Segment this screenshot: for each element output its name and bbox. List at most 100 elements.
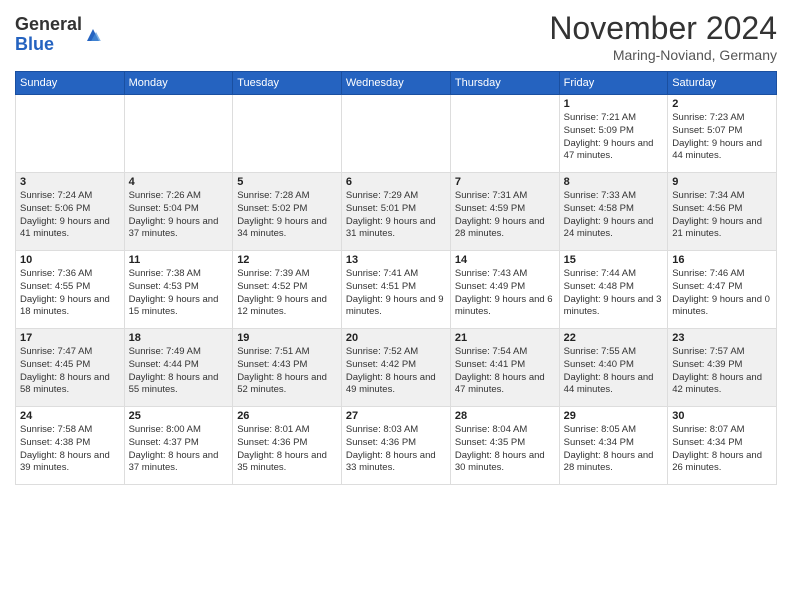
calendar-cell: 17 Sunrise: 7:47 AMSunset: 4:45 PMDayligh…: [16, 329, 125, 407]
location: Maring-Noviand, Germany: [549, 47, 777, 63]
day-number: 30: [672, 410, 772, 422]
day-info: Sunrise: 7:36 AMSunset: 4:55 PMDaylight:…: [20, 268, 120, 319]
calendar-table: Sunday Monday Tuesday Wednesday Thursday…: [15, 71, 777, 485]
day-info: Sunrise: 7:57 AMSunset: 4:39 PMDaylight:…: [672, 346, 772, 397]
day-number: 8: [564, 176, 664, 188]
day-number: 1: [564, 98, 664, 110]
calendar-cell: 11 Sunrise: 7:38 AMSunset: 4:53 PMDayligh…: [124, 251, 233, 329]
title-block: November 2024 Maring-Noviand, Germany: [549, 10, 777, 63]
calendar-header-row: Sunday Monday Tuesday Wednesday Thursday…: [16, 72, 777, 95]
day-info: Sunrise: 8:03 AMSunset: 4:36 PMDaylight:…: [346, 424, 446, 475]
header-sunday: Sunday: [16, 72, 125, 95]
day-info: Sunrise: 7:31 AMSunset: 4:59 PMDaylight:…: [455, 190, 555, 241]
calendar-cell: 16 Sunrise: 7:46 AMSunset: 4:47 PMDayligh…: [668, 251, 777, 329]
logo-icon: [84, 26, 102, 44]
day-info: Sunrise: 7:54 AMSunset: 4:41 PMDaylight:…: [455, 346, 555, 397]
day-number: 19: [237, 332, 337, 344]
day-info: Sunrise: 7:34 AMSunset: 4:56 PMDaylight:…: [672, 190, 772, 241]
day-info: Sunrise: 7:55 AMSunset: 4:40 PMDaylight:…: [564, 346, 664, 397]
day-info: Sunrise: 8:04 AMSunset: 4:35 PMDaylight:…: [455, 424, 555, 475]
calendar-cell: [450, 95, 559, 173]
calendar-cell: 3 Sunrise: 7:24 AMSunset: 5:06 PMDaylight…: [16, 173, 125, 251]
header-thursday: Thursday: [450, 72, 559, 95]
day-info: Sunrise: 8:05 AMSunset: 4:34 PMDaylight:…: [564, 424, 664, 475]
calendar-week-3: 10 Sunrise: 7:36 AMSunset: 4:55 PMDayligh…: [16, 251, 777, 329]
day-info: Sunrise: 7:26 AMSunset: 5:04 PMDaylight:…: [129, 190, 229, 241]
day-info: Sunrise: 7:44 AMSunset: 4:48 PMDaylight:…: [564, 268, 664, 319]
calendar-cell: 5Sunrise: 7:28 AMSunset: 5:02 PMDaylight…: [233, 173, 342, 251]
day-info: Sunrise: 7:41 AMSunset: 4:51 PMDaylight:…: [346, 268, 446, 319]
day-number: 6: [346, 176, 446, 188]
calendar-cell: 28 Sunrise: 8:04 AMSunset: 4:35 PMDayligh…: [450, 407, 559, 485]
day-info: Sunrise: 7:33 AMSunset: 4:58 PMDaylight:…: [564, 190, 664, 241]
calendar-cell: 30 Sunrise: 8:07 AMSunset: 4:34 PMDayligh…: [668, 407, 777, 485]
calendar-cell: 4 Sunrise: 7:26 AMSunset: 5:04 PMDaylight…: [124, 173, 233, 251]
day-number: 9: [672, 176, 772, 188]
calendar-cell: [16, 95, 125, 173]
calendar-cell: 12 Sunrise: 7:39 AMSunset: 4:52 PMDayligh…: [233, 251, 342, 329]
day-number: 12: [237, 254, 337, 266]
header-wednesday: Wednesday: [341, 72, 450, 95]
day-number: 27: [346, 410, 446, 422]
day-info: Sunrise: 7:46 AMSunset: 4:47 PMDaylight:…: [672, 268, 772, 319]
day-info: Sunrise: 7:58 AMSunset: 4:38 PMDaylight:…: [20, 424, 120, 475]
calendar-cell: 1 Sunrise: 7:21 AMSunset: 5:09 PMDaylight…: [559, 95, 668, 173]
day-number: 22: [564, 332, 664, 344]
day-number: 21: [455, 332, 555, 344]
calendar-cell: 14Sunrise: 7:43 AMSunset: 4:49 PMDayligh…: [450, 251, 559, 329]
day-info: Sunrise: 7:29 AMSunset: 5:01 PMDaylight:…: [346, 190, 446, 241]
day-info: Sunrise: 8:07 AMSunset: 4:34 PMDaylight:…: [672, 424, 772, 475]
calendar-cell: 29 Sunrise: 8:05 AMSunset: 4:34 PMDayligh…: [559, 407, 668, 485]
day-info: Sunrise: 8:00 AMSunset: 4:37 PMDaylight:…: [129, 424, 229, 475]
day-number: 16: [672, 254, 772, 266]
calendar-cell: 23 Sunrise: 7:57 AMSunset: 4:39 PMDayligh…: [668, 329, 777, 407]
day-info: Sunrise: 7:51 AMSunset: 4:43 PMDaylight:…: [237, 346, 337, 397]
calendar-cell: 18 Sunrise: 7:49 AMSunset: 4:44 PMDayligh…: [124, 329, 233, 407]
day-number: 2: [672, 98, 772, 110]
calendar-cell: 22 Sunrise: 7:55 AMSunset: 4:40 PMDayligh…: [559, 329, 668, 407]
day-info: Sunrise: 8:01 AMSunset: 4:36 PMDaylight:…: [237, 424, 337, 475]
page: General Blue November 2024 Maring-Novian…: [0, 0, 792, 612]
calendar-cell: 13 Sunrise: 7:41 AMSunset: 4:51 PMDayligh…: [341, 251, 450, 329]
day-number: 25: [129, 410, 229, 422]
calendar-cell: 8 Sunrise: 7:33 AMSunset: 4:58 PMDaylight…: [559, 173, 668, 251]
day-number: 11: [129, 254, 229, 266]
calendar-cell: 9 Sunrise: 7:34 AMSunset: 4:56 PMDaylight…: [668, 173, 777, 251]
header-saturday: Saturday: [668, 72, 777, 95]
day-info: Sunrise: 7:49 AMSunset: 4:44 PMDaylight:…: [129, 346, 229, 397]
calendar-cell: 6 Sunrise: 7:29 AMSunset: 5:01 PMDaylight…: [341, 173, 450, 251]
day-number: 15: [564, 254, 664, 266]
calendar-week-1: 1 Sunrise: 7:21 AMSunset: 5:09 PMDaylight…: [16, 95, 777, 173]
calendar-cell: 20Sunrise: 7:52 AMSunset: 4:42 PMDayligh…: [341, 329, 450, 407]
day-number: 29: [564, 410, 664, 422]
day-number: 13: [346, 254, 446, 266]
calendar-cell: 25 Sunrise: 8:00 AMSunset: 4:37 PMDayligh…: [124, 407, 233, 485]
logo: General Blue: [15, 15, 102, 55]
day-info: Sunrise: 7:21 AMSunset: 5:09 PMDaylight:…: [564, 112, 664, 163]
day-number: 18: [129, 332, 229, 344]
day-number: 4: [129, 176, 229, 188]
day-number: 17: [20, 332, 120, 344]
calendar-cell: 7Sunrise: 7:31 AMSunset: 4:59 PMDaylight…: [450, 173, 559, 251]
day-number: 10: [20, 254, 120, 266]
day-number: 24: [20, 410, 120, 422]
day-number: 14: [455, 254, 555, 266]
day-info: Sunrise: 7:52 AMSunset: 4:42 PMDaylight:…: [346, 346, 446, 397]
calendar-cell: [124, 95, 233, 173]
calendar-week-4: 17 Sunrise: 7:47 AMSunset: 4:45 PMDayligh…: [16, 329, 777, 407]
day-info: Sunrise: 7:38 AMSunset: 4:53 PMDaylight:…: [129, 268, 229, 319]
day-number: 28: [455, 410, 555, 422]
day-info: Sunrise: 7:47 AMSunset: 4:45 PMDaylight:…: [20, 346, 120, 397]
calendar-cell: [341, 95, 450, 173]
day-info: Sunrise: 7:24 AMSunset: 5:06 PMDaylight:…: [20, 190, 120, 241]
calendar-cell: 24 Sunrise: 7:58 AMSunset: 4:38 PMDayligh…: [16, 407, 125, 485]
day-number: 3: [20, 176, 120, 188]
header-friday: Friday: [559, 72, 668, 95]
month-title: November 2024: [549, 10, 777, 47]
calendar-week-5: 24 Sunrise: 7:58 AMSunset: 4:38 PMDayligh…: [16, 407, 777, 485]
calendar-cell: 19 Sunrise: 7:51 AMSunset: 4:43 PMDayligh…: [233, 329, 342, 407]
day-number: 26: [237, 410, 337, 422]
calendar-cell: 27 Sunrise: 8:03 AMSunset: 4:36 PMDayligh…: [341, 407, 450, 485]
day-number: 23: [672, 332, 772, 344]
day-info: Sunrise: 7:39 AMSunset: 4:52 PMDaylight:…: [237, 268, 337, 319]
